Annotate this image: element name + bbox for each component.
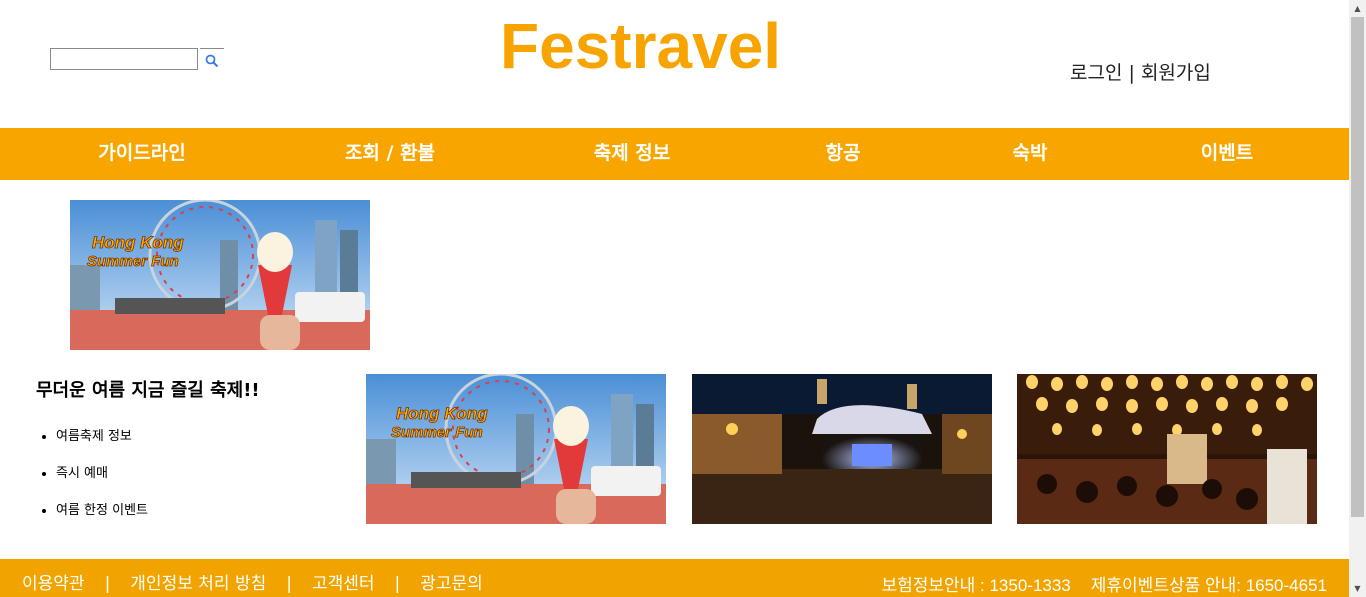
search-icon bbox=[205, 54, 219, 68]
link-summer-festival-info[interactable]: 여름축제 정보 bbox=[56, 418, 148, 455]
festival-image-lanterns[interactable] bbox=[1017, 374, 1317, 524]
footer-contact-info: 보험정보안내 : 1350-1333 제휴이벤트상품 안내: 1650-4651 bbox=[881, 571, 1327, 596]
photo-text-line1: Hong Kong bbox=[396, 404, 488, 423]
page: Festravel 로그인 | 회원가입 가이드라인 조회 / 환불 축제 정보… bbox=[0, 0, 1349, 597]
scrollbar-thumb[interactable] bbox=[1351, 17, 1364, 517]
auth-divider: | bbox=[1128, 62, 1135, 84]
vertical-scrollbar[interactable]: ▲ ▼ bbox=[1349, 0, 1366, 597]
nav-item-lodging[interactable]: 숙박 bbox=[1013, 128, 1048, 180]
festival-image-concert[interactable] bbox=[692, 374, 992, 524]
scroll-down-icon[interactable]: ▼ bbox=[1349, 580, 1366, 597]
nav-item-guideline[interactable]: 가이드라인 bbox=[98, 128, 185, 180]
footer-separator: | bbox=[394, 574, 401, 594]
footer-link-ads[interactable]: 광고문의 bbox=[420, 574, 483, 594]
search-button[interactable] bbox=[200, 48, 224, 72]
footer-links: 이용약관 | 개인정보 처리 방침 | 고객센터 | 광고문의 bbox=[22, 569, 483, 594]
banner-image[interactable]: Hong Kong Summer Fun bbox=[70, 200, 370, 350]
auth-links: 로그인 | 회원가입 bbox=[1070, 58, 1211, 85]
search-input[interactable] bbox=[50, 48, 198, 70]
footer-link-privacy[interactable]: 개인정보 처리 방침 bbox=[130, 574, 266, 594]
nav-item-festival-info[interactable]: 축제 정보 bbox=[594, 128, 671, 180]
footer: 이용약관 | 개인정보 처리 방침 | 고객센터 | 광고문의 보험정보안내 : 1350-… bbox=[0, 559, 1349, 597]
signup-link[interactable]: 회원가입 bbox=[1141, 62, 1211, 84]
festival-image-hongkong[interactable]: Hong Kong Summer Fun bbox=[366, 374, 666, 524]
festival-link-list: 여름축제 정보 즉시 예매 여름 한정 이벤트 bbox=[36, 418, 148, 529]
nav-item-flights[interactable]: 항공 bbox=[826, 128, 861, 180]
login-link[interactable]: 로그인 bbox=[1070, 62, 1122, 84]
link-instant-booking[interactable]: 즉시 예매 bbox=[56, 455, 148, 492]
partner-event-info: 제휴이벤트상품 안내: 1650-4651 bbox=[1090, 576, 1327, 595]
insurance-info: 보험정보안내 : 1350-1333 bbox=[881, 576, 1071, 595]
photo-text-line2: Summer Fun bbox=[391, 424, 483, 441]
footer-separator: | bbox=[104, 574, 111, 594]
banner-text-line2: Summer Fun bbox=[87, 253, 179, 270]
scroll-up-icon[interactable]: ▲ bbox=[1349, 0, 1366, 17]
footer-link-support[interactable]: 고객센터 bbox=[312, 574, 375, 594]
main-nav: 가이드라인 조회 / 환불 축제 정보 항공 숙박 이벤트 bbox=[0, 128, 1349, 180]
footer-link-terms[interactable]: 이용약관 bbox=[22, 574, 85, 594]
footer-separator: | bbox=[286, 574, 292, 594]
section-title: 무더운 여름 지금 즐길 축제!! bbox=[36, 380, 260, 401]
brand-logo[interactable]: Festravel bbox=[500, 8, 781, 84]
banner-text-line1: Hong Kong bbox=[92, 233, 184, 252]
nav-item-events[interactable]: 이벤트 bbox=[1201, 128, 1253, 180]
nav-item-lookup-refund[interactable]: 조회 / 환불 bbox=[345, 128, 435, 180]
link-summer-limited-event[interactable]: 여름 한정 이벤트 bbox=[56, 492, 148, 529]
